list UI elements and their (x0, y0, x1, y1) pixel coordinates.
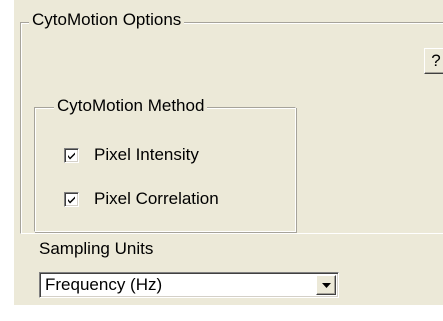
pixel-intensity-checkbox[interactable] (64, 147, 79, 163)
cytomotion-method-title: CytoMotion Method (54, 96, 208, 116)
chevron-down-icon (322, 283, 331, 288)
pixel-correlation-label: Pixel Correlation (94, 189, 219, 208)
dropdown-arrow-button[interactable] (316, 275, 336, 295)
pixel-intensity-label: Pixel Intensity (94, 145, 199, 164)
check-icon (68, 196, 75, 203)
cytomotion-options-title: CytoMotion Options (29, 10, 185, 30)
check-icon (68, 152, 75, 159)
pixel-correlation-checkbox[interactable] (64, 191, 79, 207)
sampling-units-dropdown[interactable]: Frequency (Hz) (39, 272, 339, 298)
pixel-intensity-option[interactable]: Pixel Intensity (64, 144, 199, 166)
pixel-correlation-option[interactable]: Pixel Correlation (64, 188, 219, 210)
cytomotion-method-group (34, 107, 296, 232)
sampling-units-label: Sampling Units (39, 239, 154, 258)
sampling-units-value: Frequency (Hz) (45, 275, 163, 294)
help-button[interactable]: ? (424, 48, 443, 74)
